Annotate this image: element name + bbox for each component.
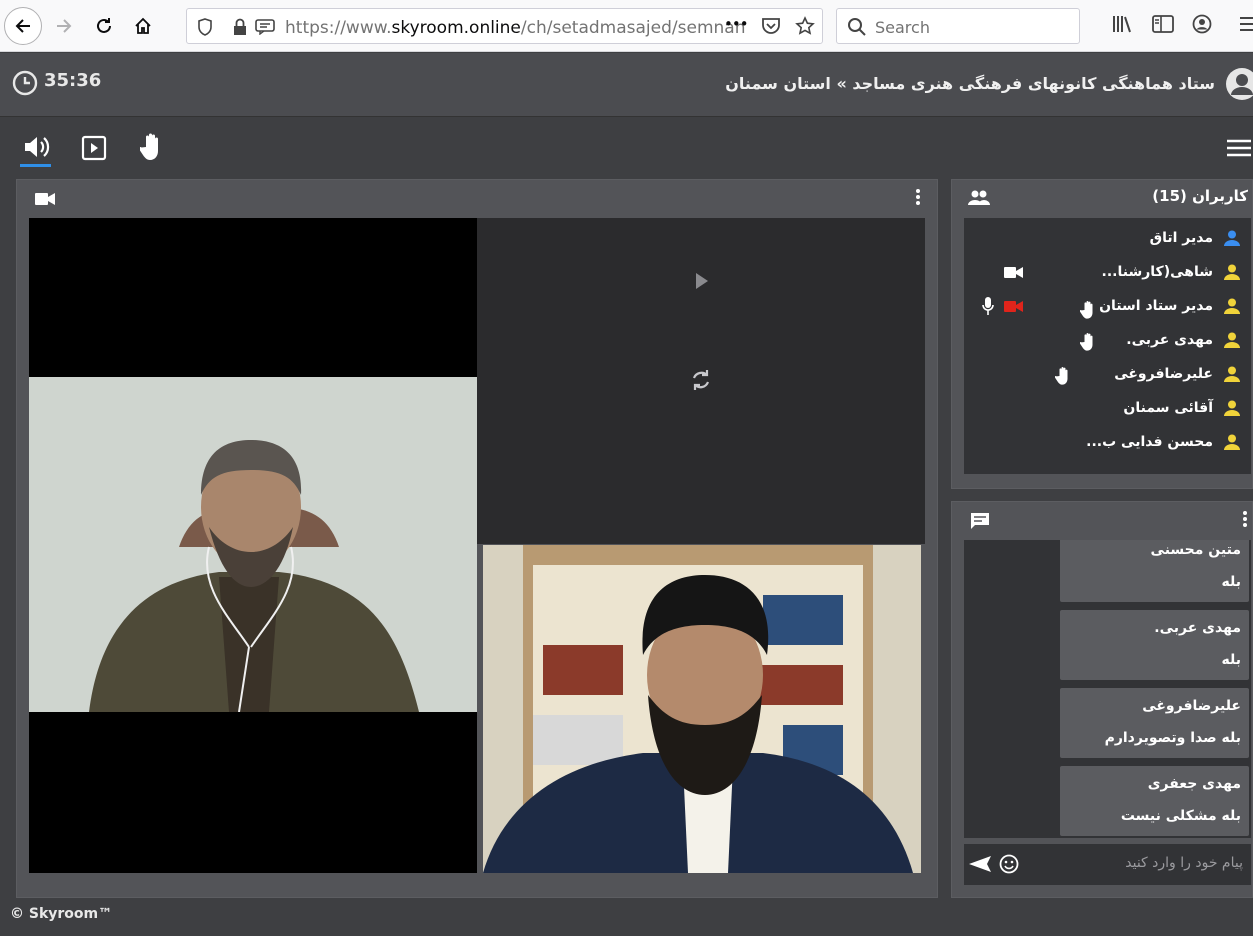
home-button[interactable]	[125, 8, 161, 44]
user-name: مدیر ستاد استان	[1099, 298, 1213, 314]
chat-message: علیرضافروغی بله صدا وتصویردارم	[1060, 688, 1249, 758]
camera-on-icon	[1004, 267, 1023, 278]
users-list: مدیر اتاق شاهی(کارشنا... مدیر ستاد استان…	[964, 218, 1251, 474]
lock-icon	[234, 18, 246, 35]
address-bar[interactable]: https://www.skyroom.online/ch/setadmasaj…	[186, 8, 823, 44]
account-icon[interactable]	[1192, 14, 1212, 34]
page-actions-button[interactable]: •••	[724, 15, 749, 33]
chat-text: بله مشکلی نیست	[1120, 808, 1241, 824]
reload-button[interactable]	[86, 8, 122, 44]
more-vertical-icon[interactable]	[915, 188, 921, 206]
bookmark-star-icon[interactable]	[795, 16, 815, 36]
chat-text: بله	[1221, 574, 1241, 590]
camera-off-icon	[1004, 301, 1023, 312]
reload-icon	[97, 18, 111, 33]
chat-author: مهدی جعفری	[1147, 776, 1241, 792]
camera-icon	[35, 193, 55, 205]
user-icon	[1224, 400, 1240, 416]
list-item[interactable]: مدیر ستاد استان	[964, 290, 1251, 324]
user-icon	[1224, 298, 1240, 314]
chat-input-placeholder: پیام خود را وارد کنید	[1125, 855, 1243, 871]
arrow-left-icon	[15, 19, 30, 33]
emoji-icon[interactable]	[999, 854, 1019, 874]
users-icon	[968, 190, 990, 205]
raised-hand-icon	[1055, 367, 1068, 385]
active-tab-indicator	[20, 164, 51, 167]
chat-message: مهدی جعفری بله مشکلی نیست	[1060, 766, 1249, 836]
participant-video-left	[29, 377, 477, 712]
chat-message: مهدی عربی. بله	[1060, 610, 1249, 680]
shield-icon	[198, 18, 212, 36]
raised-hand-icon	[1080, 301, 1093, 319]
participant-video-right[interactable]	[483, 545, 921, 873]
clock-icon	[12, 70, 38, 96]
search-bar[interactable]: Search	[836, 8, 1080, 44]
page-info-icon	[255, 19, 275, 35]
search-icon	[848, 18, 866, 36]
arrow-right-icon	[57, 19, 72, 33]
raise-hand-icon[interactable]	[140, 132, 164, 162]
user-icon	[1224, 332, 1240, 348]
user-name: مدیر اتاق	[1149, 230, 1213, 246]
list-item[interactable]: شاهی(کارشنا...	[964, 256, 1251, 290]
list-item[interactable]: علیرضافروغی	[964, 358, 1251, 392]
user-icon	[1224, 434, 1240, 450]
participant-left-figure	[29, 377, 477, 712]
list-item[interactable]: محسن فدایی ب...	[964, 426, 1251, 460]
app-header: 35:36 ستاد هماهنگی کانونهای فرهنگی هنری …	[0, 53, 1253, 117]
avatar[interactable]	[1225, 67, 1253, 101]
refresh-icon[interactable]	[689, 368, 713, 392]
user-icon	[1224, 366, 1240, 382]
user-name: شاهی(کارشنا...	[1101, 264, 1213, 280]
microphone-icon	[982, 297, 994, 315]
play-icon[interactable]	[695, 272, 709, 290]
list-item[interactable]: آقائی سمنان	[964, 392, 1251, 426]
search-placeholder: Search	[875, 18, 930, 37]
list-item[interactable]: مدیر اتاق	[964, 222, 1251, 256]
home-icon	[135, 17, 151, 34]
session-timer: 35:36	[44, 70, 102, 91]
sidebar-icon[interactable]	[1152, 14, 1174, 34]
chat-text: بله صدا وتصویردارم	[1104, 730, 1241, 746]
url-text: https://www.skyroom.online/ch/setadmasaj…	[285, 18, 746, 38]
library-icon[interactable]	[1112, 14, 1134, 34]
speaker-icon[interactable]	[22, 134, 50, 160]
chat-author: مهدی عربی.	[1154, 620, 1241, 636]
send-icon[interactable]	[969, 855, 991, 873]
chat-text: بله	[1221, 652, 1241, 668]
chat-panel: متین محسنی بله مهدی عربی. بله علیرضافروغ…	[951, 501, 1253, 898]
menu-icon[interactable]	[1240, 14, 1253, 34]
hamburger-menu-icon[interactable]	[1227, 138, 1251, 158]
video-panel	[16, 179, 938, 898]
chat-message: متین محسنی بله	[1060, 540, 1249, 602]
user-name: مهدی عربی.	[1126, 332, 1213, 348]
present-icon[interactable]	[81, 135, 107, 161]
list-item[interactable]: مهدی عربی.	[964, 324, 1251, 358]
chat-author: علیرضافروغی	[1142, 698, 1241, 714]
footer-copyright: © Skyroom™	[10, 906, 113, 922]
participant-right-figure	[483, 545, 921, 873]
browser-toolbar: https://www.skyroom.online/ch/setadmasaj…	[0, 0, 1253, 52]
chat-input[interactable]: پیام خود را وارد کنید	[964, 844, 1251, 885]
raised-hand-icon	[1080, 333, 1093, 351]
more-vertical-icon[interactable]	[1242, 510, 1248, 528]
user-name: محسن فدایی ب...	[1086, 434, 1213, 450]
room-title: ستاد هماهنگی کانونهای فرهنگی هنری مساجد …	[725, 74, 1215, 93]
chat-messages[interactable]: متین محسنی بله مهدی عربی. بله علیرضافروغ…	[964, 540, 1251, 838]
room-toolbar	[0, 118, 1253, 178]
users-panel: کاربران (15) مدیر اتاق شاهی(کارشنا... مد…	[951, 179, 1253, 489]
chat-author: متین محسنی	[1150, 542, 1241, 558]
chat-icon	[971, 513, 989, 529]
user-icon	[1224, 264, 1240, 280]
admin-user-icon	[1224, 230, 1240, 246]
back-button[interactable]	[4, 7, 42, 45]
pocket-icon[interactable]	[761, 17, 781, 35]
users-title: کاربران (15)	[1152, 187, 1248, 205]
user-name: علیرضافروغی	[1114, 366, 1213, 382]
user-name: آقائی سمنان	[1123, 400, 1213, 416]
video-stream-placeholder[interactable]	[477, 218, 925, 544]
video-stream-left[interactable]	[29, 218, 477, 873]
forward-button[interactable]	[46, 8, 82, 44]
